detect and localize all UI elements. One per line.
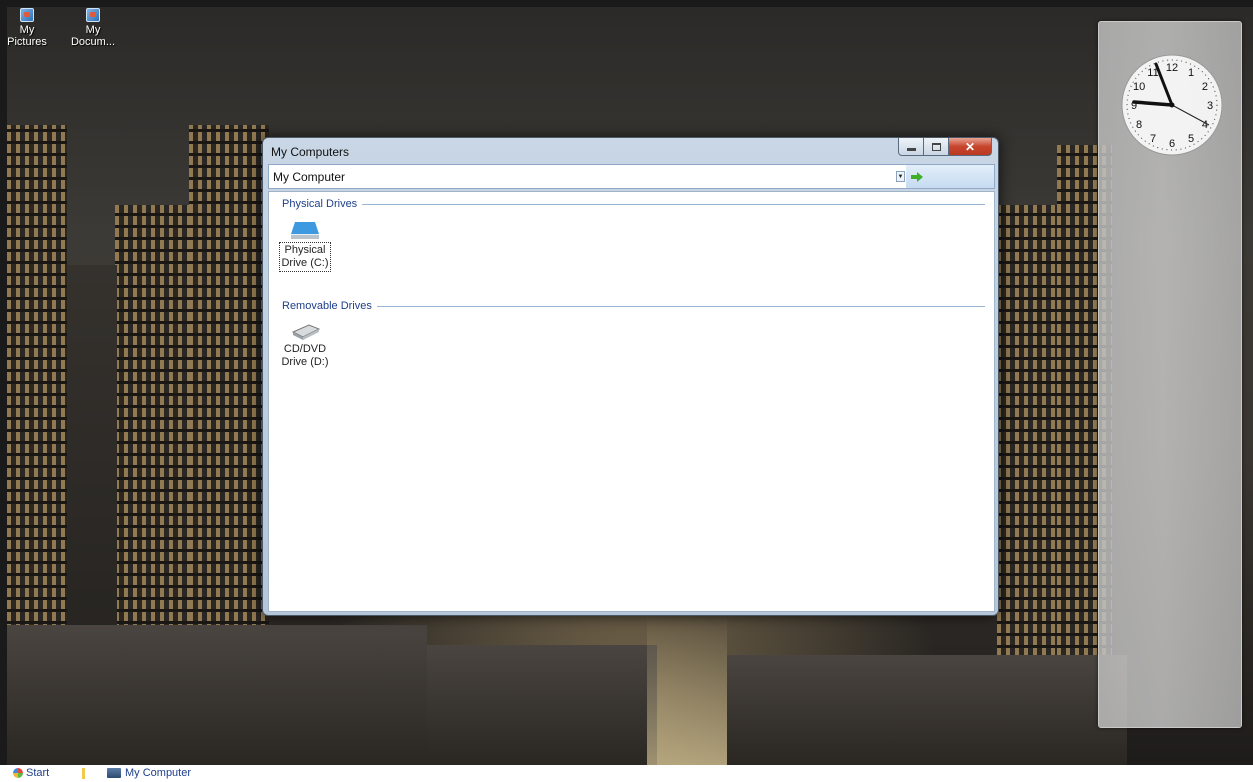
clock-numeral: 2 xyxy=(1202,81,1208,93)
drive-label: CD/DVD Drive (D:) xyxy=(281,343,329,368)
maximize-icon xyxy=(931,142,941,151)
desktop-icon-my-documents[interactable]: My Docum... xyxy=(63,8,123,48)
group-divider xyxy=(362,203,985,205)
address-dropdown-button[interactable]: ▼ xyxy=(896,171,905,182)
clock-numeral: 12 xyxy=(1166,62,1178,74)
group-divider xyxy=(376,305,985,307)
close-button[interactable]: ✕ xyxy=(949,138,992,156)
address-input[interactable]: My Computer xyxy=(273,170,345,184)
clock-numeral: 3 xyxy=(1207,100,1213,112)
clock-numeral: 8 xyxy=(1136,119,1142,131)
desktop-icon-label: Docum... xyxy=(70,36,115,48)
drive-item-physical-c[interactable]: Physical Drive (C:) xyxy=(278,218,332,272)
desktop-icon-label: My xyxy=(19,24,35,36)
maximize-button[interactable] xyxy=(924,138,949,156)
minimize-button[interactable] xyxy=(898,138,924,156)
caption-buttons: ✕ xyxy=(898,138,992,156)
group-header-label: Removable Drives xyxy=(282,300,372,312)
taskbar-separator xyxy=(82,768,85,779)
clock-numeral: 5 xyxy=(1188,133,1194,145)
start-orb-icon xyxy=(13,768,23,778)
drive-item-cd-dvd-d[interactable]: CD/DVD Drive (D:) xyxy=(278,322,332,370)
taskbar: Start My Computer xyxy=(0,765,1253,782)
desktop-icon-my-pictures[interactable]: My Pictures xyxy=(0,8,57,48)
documents-icon xyxy=(86,8,100,22)
desktop-icon-label: Pictures xyxy=(7,36,47,48)
chevron-down-icon: ▼ xyxy=(897,174,904,180)
desktop-icon-label: My xyxy=(85,24,101,36)
address-bar[interactable]: My Computer ▼ xyxy=(268,164,995,189)
start-label: Start xyxy=(26,767,50,779)
clock-numeral: 1 xyxy=(1188,67,1194,79)
start-button[interactable]: Start xyxy=(13,767,49,779)
close-icon: ✕ xyxy=(964,139,976,154)
go-button-area xyxy=(906,165,994,188)
title-bar[interactable]: My Computers ✕ xyxy=(263,138,998,163)
group-header-removable-drives: Removable Drives xyxy=(282,300,985,312)
drive-list-pane: Physical Drives Physical Drive (C:) Remo… xyxy=(268,191,995,612)
clock-numeral: 4 xyxy=(1202,119,1208,131)
taskbar-item-my-computer[interactable]: My Computer xyxy=(107,767,191,779)
computer-icon xyxy=(107,768,121,778)
analog-clock-gadget[interactable]: 12 1234567891011 xyxy=(1116,46,1228,164)
clock-numeral: 7 xyxy=(1150,133,1156,145)
group-header-physical-drives: Physical Drives xyxy=(282,198,985,210)
go-arrow-icon[interactable] xyxy=(910,171,924,183)
hard-drive-icon xyxy=(291,222,319,239)
taskbar-item-label: My Computer xyxy=(125,767,192,779)
my-computers-window: My Computers ✕ My Computer ▼ Physical Dr… xyxy=(262,137,999,616)
clock-numeral: 6 xyxy=(1169,138,1175,150)
clock-numeral: 10 xyxy=(1133,81,1145,93)
optical-drive-icon xyxy=(291,324,321,340)
group-header-label: Physical Drives xyxy=(282,198,358,210)
minimize-icon xyxy=(906,148,916,151)
drive-label: Physical Drive (C:) xyxy=(279,242,331,272)
pictures-icon xyxy=(20,8,34,22)
window-title: My Computers xyxy=(271,145,350,159)
